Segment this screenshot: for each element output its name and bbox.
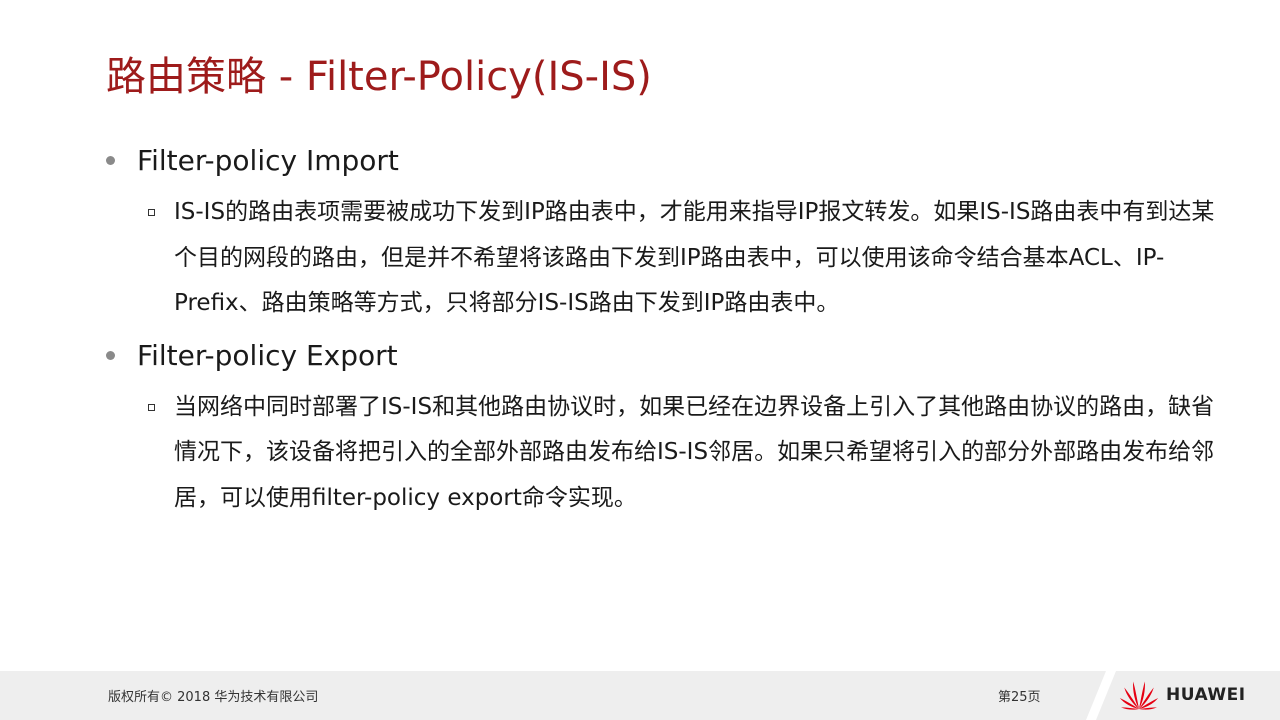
page-number: 第25页 (998, 690, 1041, 705)
sub-bullet-export-description: 当网络中同时部署了IS-IS和其他路由协议时，如果已经在边界设备上引入了其他路由… (148, 385, 1216, 522)
slide-title: 路由策略 - Filter-Policy(IS-IS) (106, 54, 652, 100)
bullet-filter-policy-import: Filter-policy Import (106, 140, 1216, 182)
copyright-text: 版权所有© 2018 华为技术有限公司 (108, 690, 319, 705)
footer-divider-slash (1086, 671, 1116, 720)
sub-bullet-text: 当网络中同时部署了IS-IS和其他路由协议时，如果已经在边界设备上引入了其他路由… (174, 393, 1215, 511)
slide: 路由策略 - Filter-Policy(IS-IS) Filter-polic… (0, 0, 1280, 720)
slide-content: Filter-policy Import IS-IS的路由表项需要被成功下发到I… (106, 140, 1216, 529)
huawei-logo: HUAWEI (1118, 679, 1246, 711)
sub-bullet-import-description: IS-IS的路由表项需要被成功下发到IP路由表中，才能用来指导IP报文转发。如果… (148, 190, 1216, 327)
footer-bar: 版权所有© 2018 华为技术有限公司 第25页 (0, 671, 1280, 720)
hollow-square-icon (148, 403, 155, 411)
huawei-flower-logo-icon (1119, 681, 1159, 710)
gray-dot-icon (106, 156, 115, 165)
bullet-heading: Filter-policy Import (137, 144, 399, 177)
brand-name: HUAWEI (1166, 685, 1246, 705)
bullet-heading: Filter-policy Export (137, 338, 398, 372)
gray-dot-icon (106, 350, 115, 360)
bullet-filter-policy-export: Filter-policy Export (106, 335, 1216, 377)
sub-bullet-text: IS-IS的路由表项需要被成功下发到IP路由表中，才能用来指导IP报文转发。如果… (174, 199, 1215, 316)
hollow-square-icon (148, 209, 155, 216)
